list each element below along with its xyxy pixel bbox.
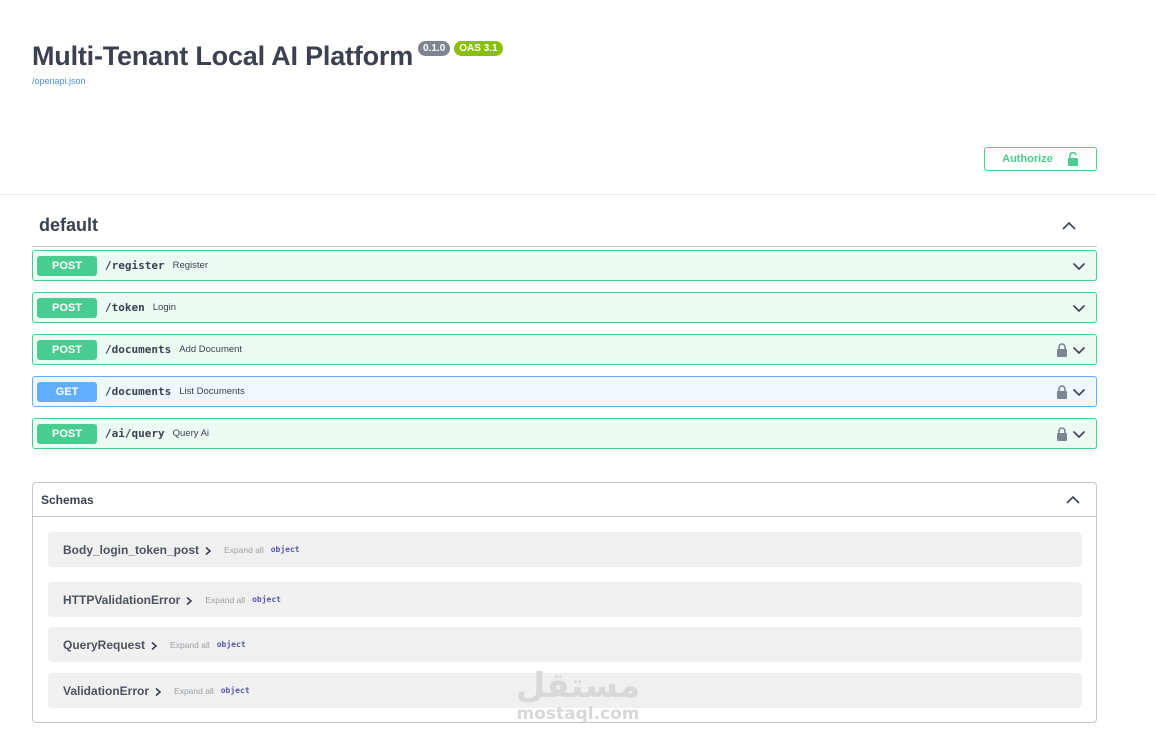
method-badge: POST [37, 297, 97, 318]
schema-name[interactable]: QueryRequest [63, 638, 145, 652]
operations-list: POST/register Register POST/token Login POST… [32, 250, 1097, 449]
authorize-button[interactable]: Authorize [984, 147, 1097, 171]
schema-type: object [216, 640, 246, 649]
operation-summary: List Documents [179, 386, 245, 397]
api-info: Multi-Tenant Local AI Platform 0.1.0 OAS… [32, 38, 503, 86]
authorize-label: Authorize [1002, 153, 1053, 165]
chevron-right-icon[interactable] [150, 641, 158, 651]
chevron-down-icon[interactable] [1072, 259, 1086, 273]
expand-all-button[interactable]: Expand all [205, 595, 245, 605]
expand-all-button[interactable]: Expand all [174, 686, 214, 696]
chevron-down-icon[interactable] [1072, 301, 1086, 315]
tag-section-default: default POST/register Register POST/token L… [32, 205, 1097, 449]
operation-controls [1072, 251, 1086, 280]
method-badge: POST [37, 423, 97, 444]
tag-header[interactable]: default [32, 205, 1097, 247]
operation-path: /documents [105, 385, 172, 398]
operation-get-documents[interactable]: GET/documents List Documents [32, 376, 1097, 407]
chevron-right-icon[interactable] [154, 687, 162, 697]
schemas-title: Schemas [41, 492, 94, 507]
operation-post-register[interactable]: POST/register Register [32, 250, 1097, 281]
chevron-up-icon[interactable] [1061, 218, 1077, 234]
schema-name[interactable]: HTTPValidationError [63, 593, 180, 607]
schema-type: object [252, 595, 281, 604]
operation-summary: Add Document [179, 344, 243, 355]
openapi-json-link[interactable]: /openapi.json [32, 76, 503, 86]
chevron-down-icon[interactable] [1072, 427, 1086, 441]
watermark: مستقل mostaql.com [508, 668, 648, 724]
chevron-down-icon[interactable] [1072, 343, 1086, 357]
chevron-up-icon[interactable] [1065, 492, 1081, 508]
watermark-arabic: مستقل [515, 666, 641, 706]
operation-path: /register [105, 259, 165, 272]
operation-summary: Login [152, 302, 176, 313]
operation-summary: Register [172, 260, 208, 271]
header-divider [0, 194, 1156, 195]
schema-type: object [270, 545, 300, 554]
operation-path: /ai/query [105, 427, 165, 440]
schema-item[interactable]: QueryRequest Expand all object [48, 627, 1082, 662]
unlock-icon [1067, 152, 1078, 166]
schema-type: object [220, 686, 250, 695]
method-badge: POST [37, 339, 97, 360]
expand-all-button[interactable]: Expand all [170, 640, 210, 650]
title-row: Multi-Tenant Local AI Platform 0.1.0 OAS… [32, 38, 503, 74]
operation-summary: Query Ai [172, 428, 210, 439]
operation-controls [1056, 419, 1086, 448]
method-badge: GET [37, 381, 97, 402]
expand-all-button[interactable]: Expand all [224, 545, 264, 555]
schema-item[interactable]: Body_login_token_post Expand all object [48, 532, 1082, 567]
schemas-header[interactable]: Schemas [33, 483, 1096, 517]
operation-post-documents[interactable]: POST/documents Add Document [32, 334, 1097, 365]
schema-name[interactable]: Body_login_token_post [63, 543, 199, 557]
lock-icon[interactable] [1056, 426, 1068, 441]
version-badge: 0.1.0 [418, 41, 451, 56]
watermark-latin: mostaql.com [516, 704, 640, 724]
schema-name[interactable]: ValidationError [63, 684, 149, 698]
lock-icon[interactable] [1056, 384, 1068, 399]
operation-path: /documents [105, 343, 172, 356]
tag-name: default [39, 215, 99, 235]
oas-badge: OAS 3.1 [454, 41, 503, 56]
operation-post-ai-query[interactable]: POST/ai/query Query Ai [32, 418, 1097, 449]
lock-icon[interactable] [1056, 342, 1068, 357]
chevron-down-icon[interactable] [1072, 385, 1086, 399]
chevron-right-icon[interactable] [185, 596, 193, 606]
operation-controls [1056, 335, 1086, 364]
operation-path: /token [105, 301, 145, 314]
operation-post-token[interactable]: POST/token Login [32, 292, 1097, 323]
operation-controls [1072, 293, 1086, 322]
chevron-right-icon[interactable] [204, 546, 212, 556]
schema-item[interactable]: HTTPValidationError Expand all object [48, 582, 1082, 617]
method-badge: POST [37, 255, 97, 276]
page-title: Multi-Tenant Local AI Platform [32, 41, 414, 71]
operation-controls [1056, 377, 1086, 406]
